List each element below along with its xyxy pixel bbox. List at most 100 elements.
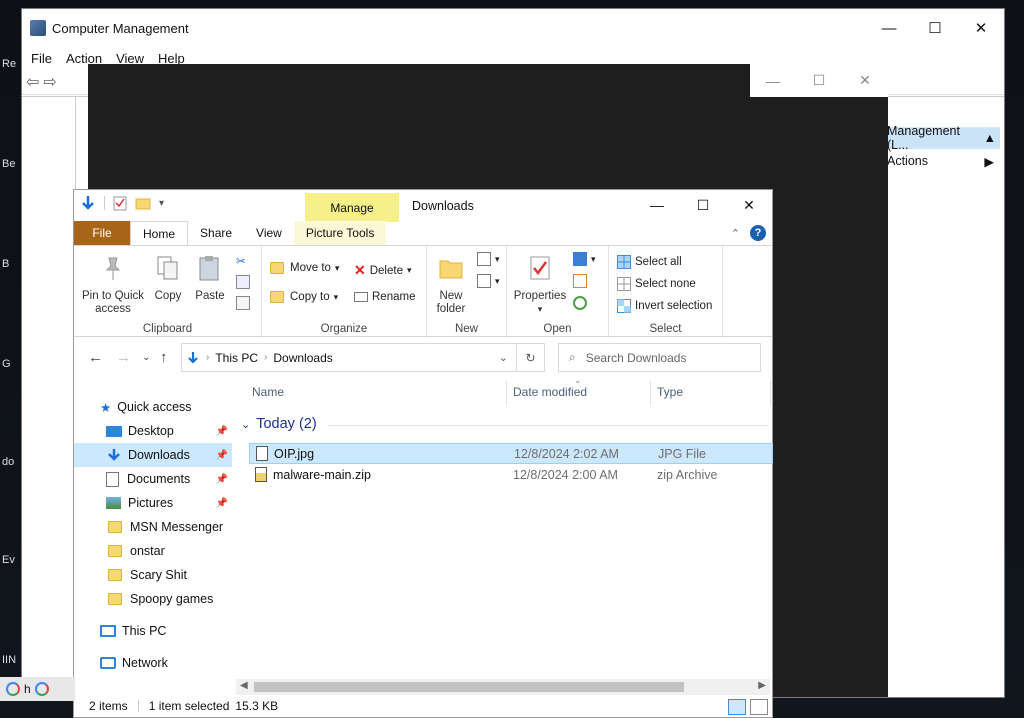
properties-check-icon[interactable] [113,195,127,211]
help-icon[interactable]: ? [750,225,766,241]
back-arrow-icon[interactable]: ← [88,349,103,366]
horizontal-scrollbar[interactable]: ◀ ▶ [236,679,770,695]
nav-network[interactable]: Network [74,651,232,675]
minimize-button[interactable]: — [866,9,912,47]
forward-arrow-icon[interactable]: ⇨ [43,72,56,92]
desktop-icon-label[interactable]: B [2,258,22,274]
title-bar[interactable]: ▾ Manage Downloads — ☐ ✕ [74,190,772,222]
column-divider[interactable] [506,380,507,406]
breadcrumb-this-pc[interactable]: This PC [215,351,258,365]
recent-locations-chevron-icon[interactable]: ⌄ [142,352,150,363]
close-button[interactable]: ✕ [726,190,772,220]
pin-icon[interactable]: 📌 [216,426,228,437]
nav-desktop[interactable]: Desktop 📌 [74,419,232,443]
column-header-date[interactable]: Date modified [513,385,587,399]
close-button[interactable]: ✕ [958,9,1004,47]
tab-home[interactable]: Home [130,221,189,245]
column-divider[interactable] [770,380,771,406]
desktop-icon-label[interactable]: G [2,358,22,374]
nav-spoopy-games[interactable]: Spoopy games [74,587,232,611]
new-folder-icon[interactable] [135,196,151,210]
title-bar[interactable]: Computer Management — ☐ ✕ [22,9,1004,47]
details-view-icon[interactable] [728,699,746,715]
address-input[interactable]: › This PC › Downloads ⌄ [181,343,517,372]
tab-manage[interactable]: Manage [305,193,399,222]
new-folder-button[interactable]: New folder [431,254,471,316]
easy-access-button[interactable]: ▾ [477,274,500,288]
taskbar-text[interactable]: h [24,682,31,696]
column-header-type[interactable]: Type [657,385,683,399]
up-arrow-icon[interactable]: ↑ [160,349,168,366]
search-input[interactable]: ⌕ Search Downloads [558,343,761,372]
minimize-button[interactable]: — [750,64,796,97]
desktop-icon-label[interactable]: Ev [2,554,22,570]
scroll-right-icon[interactable]: ▶ [758,680,766,691]
maximize-button[interactable]: ☐ [796,64,842,97]
nav-downloads[interactable]: Downloads 📌 [74,443,232,467]
paste-shortcut-button[interactable] [236,296,250,310]
collapse-up-icon[interactable]: ▲ [984,131,996,145]
tab-picture-tools[interactable]: Picture Tools [293,221,387,245]
file-row[interactable]: malware-main.zip 12/8/2024 2:00 AM zip A… [249,464,773,485]
select-none-button[interactable]: Select none [617,277,696,291]
refresh-button[interactable]: ↻ [517,343,545,372]
close-button[interactable]: ✕ [842,64,888,97]
desktop-icon-label[interactable]: Re [2,58,22,74]
nav-scary-shit[interactable]: Scary Shit [74,563,232,587]
tab-view[interactable]: View [244,221,294,245]
column-header-name[interactable]: Name [252,385,284,399]
menu-file[interactable]: File [31,51,52,66]
edit-button[interactable] [573,274,587,288]
file-row[interactable]: OIP.jpg 12/8/2024 2:02 AM JPG File [249,443,773,464]
maximize-button[interactable]: ☐ [680,190,726,220]
move-to-button[interactable]: Move to ▾ [270,262,339,274]
large-icons-view-icon[interactable] [750,699,768,715]
select-all-button[interactable]: Select all [617,255,682,269]
desktop-icon-label[interactable]: Be [2,158,22,174]
actions-header[interactable]: Management (L... ▲ [884,124,1000,152]
desktop-icon-label[interactable]: do [2,456,22,472]
address-dropdown-icon[interactable]: ⌄ [499,351,508,364]
delete-button[interactable]: ✕ Delete ▾ [354,262,412,279]
nav-pictures[interactable]: Pictures 📌 [74,491,232,515]
console-tree[interactable] [24,97,76,697]
column-divider[interactable] [650,380,651,406]
pin-icon[interactable]: 📌 [216,498,228,509]
invert-selection-button[interactable]: Invert selection [617,299,712,313]
desktop-icon-label[interactable]: IIN [2,654,22,670]
history-button[interactable] [573,296,587,310]
open-button[interactable]: ▾ [573,252,596,266]
google-icon[interactable] [34,682,49,696]
tab-share[interactable]: Share [188,221,244,245]
pin-to-quick-access-button[interactable]: Pin to Quick access [80,254,146,316]
actions-row[interactable]: Actions ▶ [884,149,1000,173]
tab-file[interactable]: File [74,221,130,245]
down-arrow-icon[interactable] [80,195,96,211]
nav-documents[interactable]: Documents 📌 [74,467,232,491]
properties-button[interactable]: Properties ▾ [511,254,569,316]
google-icon[interactable] [6,682,20,696]
paste-button[interactable]: Paste [190,254,230,303]
collapse-ribbon-icon[interactable]: ⌃ [731,227,740,240]
nav-this-pc[interactable]: This PC [74,619,232,643]
minimize-button[interactable]: — [634,190,680,220]
copy-path-button[interactable] [236,275,250,289]
pin-icon[interactable]: 📌 [216,450,228,461]
breadcrumb-downloads[interactable]: Downloads [273,351,332,365]
rename-button[interactable]: Rename [354,291,415,303]
nav-msn-messenger[interactable]: MSN Messenger [74,515,232,539]
group-header-today[interactable]: ⌄ Today (2) [241,416,317,432]
scroll-left-icon[interactable]: ◀ [240,680,248,691]
nav-onstar[interactable]: onstar [74,539,232,563]
copy-button[interactable]: Copy [148,254,188,303]
back-arrow-icon[interactable]: ⇦ [26,72,39,92]
forward-arrow-icon[interactable]: → [116,349,131,366]
nav-quick-access[interactable]: ★ Quick access [74,395,232,419]
copy-to-button[interactable]: Copy to ▾ [270,291,338,303]
scrollbar-thumb[interactable] [254,682,684,692]
pin-icon[interactable]: 📌 [216,474,228,485]
customize-dropdown-icon[interactable]: ▾ [159,198,164,209]
maximize-button[interactable]: ☐ [912,9,958,47]
cut-button[interactable]: ✂ [236,254,246,268]
new-item-button[interactable]: ▾ [477,252,500,266]
